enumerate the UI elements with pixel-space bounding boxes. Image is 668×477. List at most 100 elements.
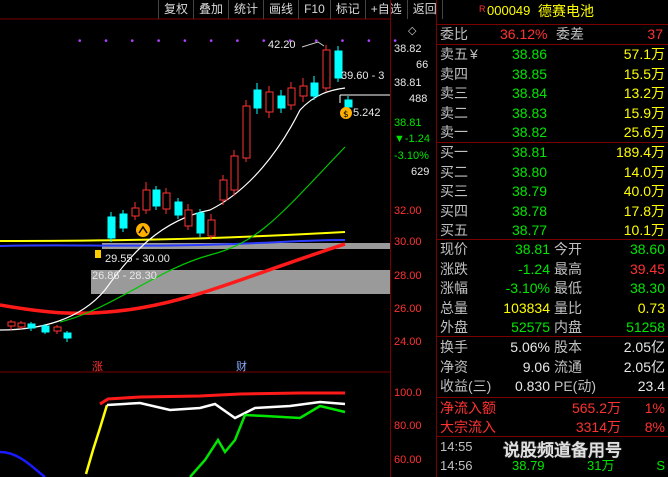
candle	[107, 216, 116, 239]
stock-badge: R	[479, 4, 486, 14]
bids-label-3: 买四	[440, 202, 468, 219]
asks-vol-3: 15.9万	[623, 104, 665, 121]
weibi-value: 36.12%	[500, 26, 548, 42]
bids-row-2[interactable]: 买三 38.79 40.0万	[437, 182, 668, 201]
bids-price-4: 38.77	[512, 222, 548, 238]
quote-row-0: 现价 38.81 今开 38.60	[437, 240, 668, 259]
stats-v1-1: 9.06	[522, 358, 550, 375]
flow-label-0: 净流入额	[440, 400, 496, 416]
stats-row-1: 净资 9.06 流通 2.05亿	[437, 358, 668, 377]
asks-vol-4: 25.6万	[623, 124, 665, 140]
date-markers: • • • • • • • • • • • • •	[78, 36, 407, 47]
quote-l1-3: 总量	[440, 299, 468, 316]
quote-l1-4: 外盘	[440, 319, 468, 335]
asks-price-4: 38.82	[512, 124, 548, 140]
toolbar-button-2[interactable]: 统计	[229, 0, 265, 19]
quote-l2-0: 今开	[554, 241, 582, 257]
axis-tick-32: 32.00	[394, 205, 422, 217]
candle	[344, 99, 353, 108]
flow-pct-1: 8%	[644, 419, 665, 435]
kline-chart[interactable]: $	[0, 0, 390, 477]
axis-tick-28: 28.00	[394, 270, 422, 282]
event-marker	[95, 250, 101, 258]
asks-label-2: 卖三	[440, 85, 468, 101]
quote-v1-0: 38.81	[514, 241, 550, 257]
candle	[253, 89, 262, 109]
quote-v2-4: 51258	[626, 319, 665, 335]
ind-tick-60: 60.00	[394, 454, 422, 466]
candle	[299, 85, 308, 97]
buy-signal-icon	[136, 223, 150, 237]
toolbar-button-3[interactable]: 画线	[264, 0, 300, 19]
marker-cai[interactable]: 财	[236, 358, 247, 374]
tick-flag-1: S	[656, 458, 665, 473]
bids-row-0[interactable]: 买一 38.81 189.4万	[437, 143, 668, 162]
weibi-row: 委比 36.12% 委差 37	[437, 25, 668, 44]
tick-time-1: 14:56	[440, 458, 473, 473]
asks-label-4: 卖一	[440, 124, 468, 140]
quote-row-1: 涨跌 -1.24 最高 39.45	[437, 260, 668, 279]
axis-tick-30: 30.00	[394, 236, 422, 248]
candle	[63, 332, 72, 339]
quote-v1-1: -1.24	[518, 260, 550, 277]
stats-v1-2: 0.830	[514, 378, 550, 394]
toolbar-button-4[interactable]: F10	[299, 0, 331, 19]
weicha-label: 委差	[556, 26, 584, 42]
stats-v2-2: 23.4	[637, 378, 665, 394]
quote-l1-2: 涨幅	[440, 280, 468, 296]
toolbar-button-1[interactable]: 叠加	[194, 0, 230, 19]
bids-row-3[interactable]: 买四 38.78 17.8万	[437, 202, 668, 221]
candle	[131, 207, 140, 217]
quote-v1-3: 103834	[503, 299, 550, 316]
stats-v2-0: 2.05亿	[623, 339, 665, 355]
axis-current-price: 38.81	[394, 77, 422, 89]
indicator-white	[106, 400, 346, 420]
candle	[196, 212, 205, 234]
quote-v2-3: 0.73	[637, 299, 665, 316]
zone-lower-label: 26.86 - 28.30	[92, 270, 157, 282]
asks-row-0[interactable]: 卖五 ¥38.86 57.1万	[437, 45, 668, 64]
stats-v2-1: 2.05亿	[623, 358, 665, 375]
candle	[184, 209, 193, 227]
asks-price-0: 38.86	[512, 46, 548, 62]
asks-vol-1: 15.5万	[623, 65, 665, 82]
asks-row-4[interactable]: 卖一 38.82 25.6万	[437, 123, 668, 142]
quote-v1-2: -3.10%	[505, 280, 550, 296]
stats-l1-1: 净资	[440, 358, 468, 375]
quote-v2-0: 38.60	[629, 241, 665, 257]
quote-l1-1: 涨跌	[440, 260, 468, 277]
stock-chart-window: $ • • • • • • • • • • • • • ◇ 42.20 39.6…	[0, 0, 668, 477]
candle	[162, 192, 171, 210]
quote-v2-2: 38.30	[629, 280, 665, 296]
quote-panel: R 000049 德赛电池 委比 36.12% 委差 37 卖五 ¥38.86 57…	[436, 0, 668, 477]
price-axis: 38.82 66 38.81 488 38.81 ▼-1.24 -3.10% 6…	[390, 0, 436, 477]
flow-value-0: 565.2万	[571, 400, 621, 416]
flow-value-1: 3314万	[575, 419, 621, 435]
svg-text:$: $	[343, 110, 349, 120]
bids-vol-3: 17.8万	[623, 202, 665, 219]
bids-row-4[interactable]: 买五 38.77 10.1万	[437, 221, 668, 240]
indicator-green	[189, 404, 346, 477]
axis-last-price: 38.81	[394, 117, 422, 129]
axis-change-pct: -3.10%	[394, 150, 429, 162]
asks-price-3: 38.83	[512, 104, 548, 121]
flow-row-0: 净流入额 565.2万 1%	[437, 399, 668, 418]
stats-l1-2: 收益(三)	[440, 378, 492, 394]
candle	[27, 323, 36, 329]
bids-row-1[interactable]: 买二 38.80 14.0万	[437, 163, 668, 182]
asks-vol-0: 57.1万	[623, 46, 665, 62]
bids-label-0: 买一	[440, 144, 468, 160]
toolbar-button-0[interactable]: 复权	[159, 0, 195, 19]
stock-header: R 000049 德赛电池	[437, 2, 668, 20]
quote-l2-4: 内盘	[554, 319, 582, 335]
asks-row-3[interactable]: 卖二 38.83 15.9万	[437, 104, 668, 123]
asks-vol-2: 13.2万	[623, 85, 665, 101]
toolbar-button-5[interactable]: 标记	[331, 0, 366, 19]
asks-row-1[interactable]: 卖四 38.85 15.5万	[437, 65, 668, 84]
stats-l2-0: 股本	[554, 339, 582, 355]
marker-zhang[interactable]: 涨	[92, 358, 103, 374]
axis-top-price: 38.82	[394, 43, 422, 55]
asks-label-1: 卖四	[440, 65, 468, 82]
asks-row-2[interactable]: 卖三 38.84 13.2万	[437, 84, 668, 103]
candle	[7, 321, 16, 327]
